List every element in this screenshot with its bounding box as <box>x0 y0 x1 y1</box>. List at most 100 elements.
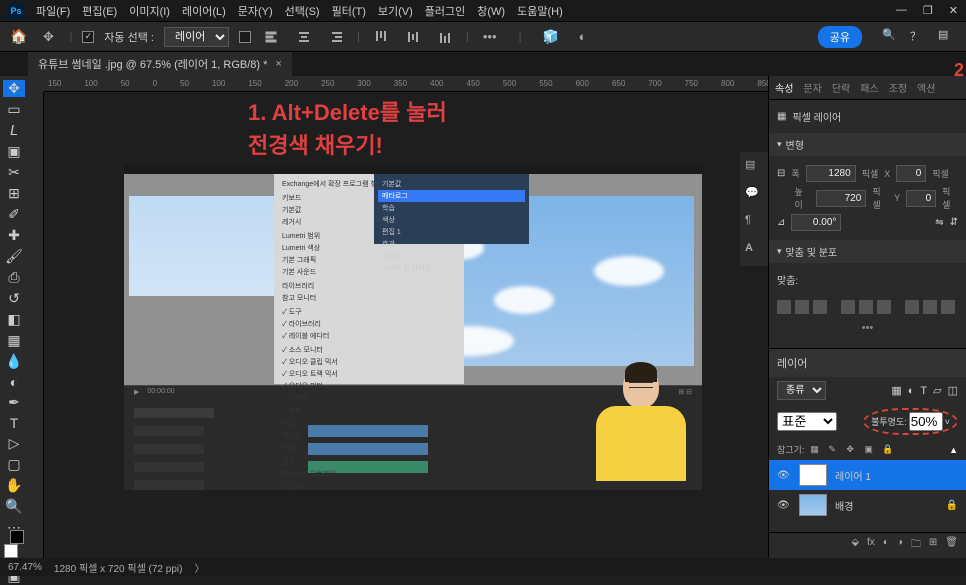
foreground-color[interactable] <box>4 544 18 558</box>
ruler-horizontal[interactable]: 1501005005010015020025030035040045050055… <box>44 76 768 92</box>
zoom-value[interactable]: 67.47% <box>8 562 42 573</box>
menu-image[interactable]: 이미지(I) <box>129 3 170 19</box>
align-section[interactable]: ▾ 맞춤 및 분포 <box>769 240 966 263</box>
tab-adjustments[interactable]: 조정 <box>889 80 907 95</box>
layer-thumbnail[interactable] <box>799 464 827 486</box>
document-canvas[interactable]: Exchange에서 확장 프로그램 찾기...키보드기본값레거시Lumetri… <box>124 164 702 490</box>
more-align-btn[interactable] <box>941 300 955 314</box>
hand-tool[interactable]: ✋ <box>3 477 25 494</box>
object-select-tool[interactable]: ▣ <box>3 143 25 160</box>
ruler-origin[interactable] <box>28 76 44 92</box>
flip-v-icon[interactable]: ⇵ <box>950 217 958 228</box>
filter-smart-icon[interactable]: ◫ <box>948 384 958 397</box>
align-h-center-icon[interactable] <box>293 26 315 48</box>
stamp-tool[interactable]: ⎙ <box>3 269 25 286</box>
align-v-center-icon[interactable] <box>402 26 424 48</box>
align-left-btn[interactable] <box>777 300 791 314</box>
marquee-tool[interactable]: ▭ <box>3 101 25 118</box>
y-input[interactable] <box>906 190 936 207</box>
layer-lock-icon[interactable]: 🔒 <box>946 500 958 511</box>
align-bottom-icon[interactable] <box>434 26 456 48</box>
layer-fx-icon[interactable]: fx <box>867 537 875 554</box>
align-bottom-btn[interactable] <box>877 300 891 314</box>
auto-select-checkbox[interactable] <box>82 31 94 43</box>
move-tool[interactable]: ✥ <box>3 80 25 97</box>
menu-help[interactable]: 도움말(H) <box>517 3 563 19</box>
healing-tool[interactable]: ✚ <box>3 227 25 244</box>
window-minimize-icon[interactable]: — <box>896 4 907 17</box>
layer-filter-kind[interactable]: 종류 <box>777 381 826 400</box>
dist-v-btn[interactable] <box>923 300 937 314</box>
show-transform-checkbox[interactable] <box>239 31 251 43</box>
menu-select[interactable]: 선택(S) <box>285 3 320 19</box>
layer-visibility-icon[interactable]: 👁 <box>777 470 791 481</box>
menu-plugins[interactable]: 플러그인 <box>425 3 465 19</box>
workspace-icon[interactable]: ▤ <box>938 28 956 46</box>
status-chevron-icon[interactable]: 〉 <box>194 560 204 575</box>
gradient-tool[interactable]: ▦ <box>3 332 25 349</box>
lasso-tool[interactable]: 𝘓 <box>3 122 25 139</box>
transform-section[interactable]: ▾ 변형 <box>769 133 966 156</box>
pen-tool[interactable]: ✒ <box>3 394 25 411</box>
window-restore-icon[interactable]: ❐ <box>923 4 933 17</box>
flip-h-icon[interactable]: ⇋ <box>935 217 943 228</box>
layers-panel-tab[interactable]: 레이어 <box>769 349 966 377</box>
filter-text-icon[interactable]: T <box>920 385 927 397</box>
canvas-area[interactable]: 1501005005010015020025030035040045050055… <box>28 76 768 558</box>
tab-actions[interactable]: 액션 <box>917 80 935 95</box>
home-icon[interactable]: 🏠 <box>10 28 27 45</box>
type-tool[interactable]: T <box>3 415 25 431</box>
opacity-input[interactable] <box>909 412 943 431</box>
angle-input[interactable] <box>791 214 841 231</box>
align-hcenter-btn[interactable] <box>795 300 809 314</box>
layer-name[interactable]: 레이어 1 <box>835 468 871 483</box>
opacity-control[interactable]: 불투명도: ˅ <box>863 408 958 435</box>
ruler-vertical[interactable] <box>28 92 44 558</box>
search-icon[interactable]: 🔍 <box>882 28 900 46</box>
history-brush-tool[interactable]: ↺ <box>3 290 25 307</box>
paragraph-panel-icon[interactable]: ¶ <box>745 214 763 232</box>
lock-position-icon[interactable]: ✥ <box>846 444 858 456</box>
frame-tool[interactable]: ⊞ <box>3 185 25 202</box>
align-vcenter-btn[interactable] <box>859 300 873 314</box>
menu-type[interactable]: 문자(Y) <box>238 3 273 19</box>
crop-tool[interactable]: ✂ <box>3 164 25 181</box>
path-select-tool[interactable]: ▷ <box>3 435 25 452</box>
history-panel-icon[interactable]: ▤ <box>745 158 763 176</box>
tab-properties[interactable]: 속성 <box>775 80 793 95</box>
eraser-tool[interactable]: ◧ <box>3 311 25 328</box>
align-left-icon[interactable] <box>261 26 283 48</box>
align-right-btn[interactable] <box>813 300 827 314</box>
share-button[interactable]: 공유 <box>818 26 862 48</box>
dist-h-btn[interactable] <box>905 300 919 314</box>
filter-pixel-icon[interactable]: ▦ <box>891 384 901 397</box>
menu-layer[interactable]: 레이어(L) <box>182 3 226 19</box>
new-layer-icon[interactable]: ⊞ <box>929 537 937 554</box>
filter-adjust-icon[interactable]: ◐ <box>908 385 915 397</box>
auto-select-dropdown[interactable]: 레이어 <box>164 27 229 47</box>
lock-all-icon[interactable]: 🔒 <box>882 444 894 456</box>
x-input[interactable] <box>896 165 926 182</box>
align-top-icon[interactable] <box>370 26 392 48</box>
layer-group-icon[interactable]: 🗀 <box>911 537 921 554</box>
document-tab-close-icon[interactable]: × <box>275 58 281 70</box>
layer-mask-icon[interactable]: ◐ <box>883 537 889 554</box>
link-dimensions-icon[interactable]: ⊟ <box>777 168 785 179</box>
brush-tool[interactable]: 🖌 <box>3 248 25 265</box>
layer-name[interactable]: 배경 <box>835 498 853 513</box>
document-tab[interactable]: 유튜브 썸네일 .jpg @ 67.5% (레이어 1, RGB/8) * × <box>28 52 292 76</box>
zoom-tool[interactable]: 🔍 <box>3 498 25 515</box>
menu-edit[interactable]: 편집(E) <box>82 3 117 19</box>
3d-mode-icon[interactable]: 🧊 <box>540 26 562 48</box>
eyedropper-tool[interactable]: ✐ <box>3 206 25 223</box>
width-input[interactable] <box>806 165 856 182</box>
help-icon[interactable]: ？ <box>910 28 928 46</box>
lock-paint-icon[interactable]: ✎ <box>828 444 840 456</box>
background-color[interactable] <box>10 530 24 544</box>
menu-window[interactable]: 창(W) <box>477 3 505 19</box>
height-input[interactable] <box>816 190 866 207</box>
adjustment-layer-icon[interactable]: ◑ <box>897 537 903 554</box>
menu-view[interactable]: 보기(V) <box>378 3 413 19</box>
menu-file[interactable]: 파일(F) <box>36 3 70 19</box>
blur-tool[interactable]: 💧 <box>3 353 25 370</box>
